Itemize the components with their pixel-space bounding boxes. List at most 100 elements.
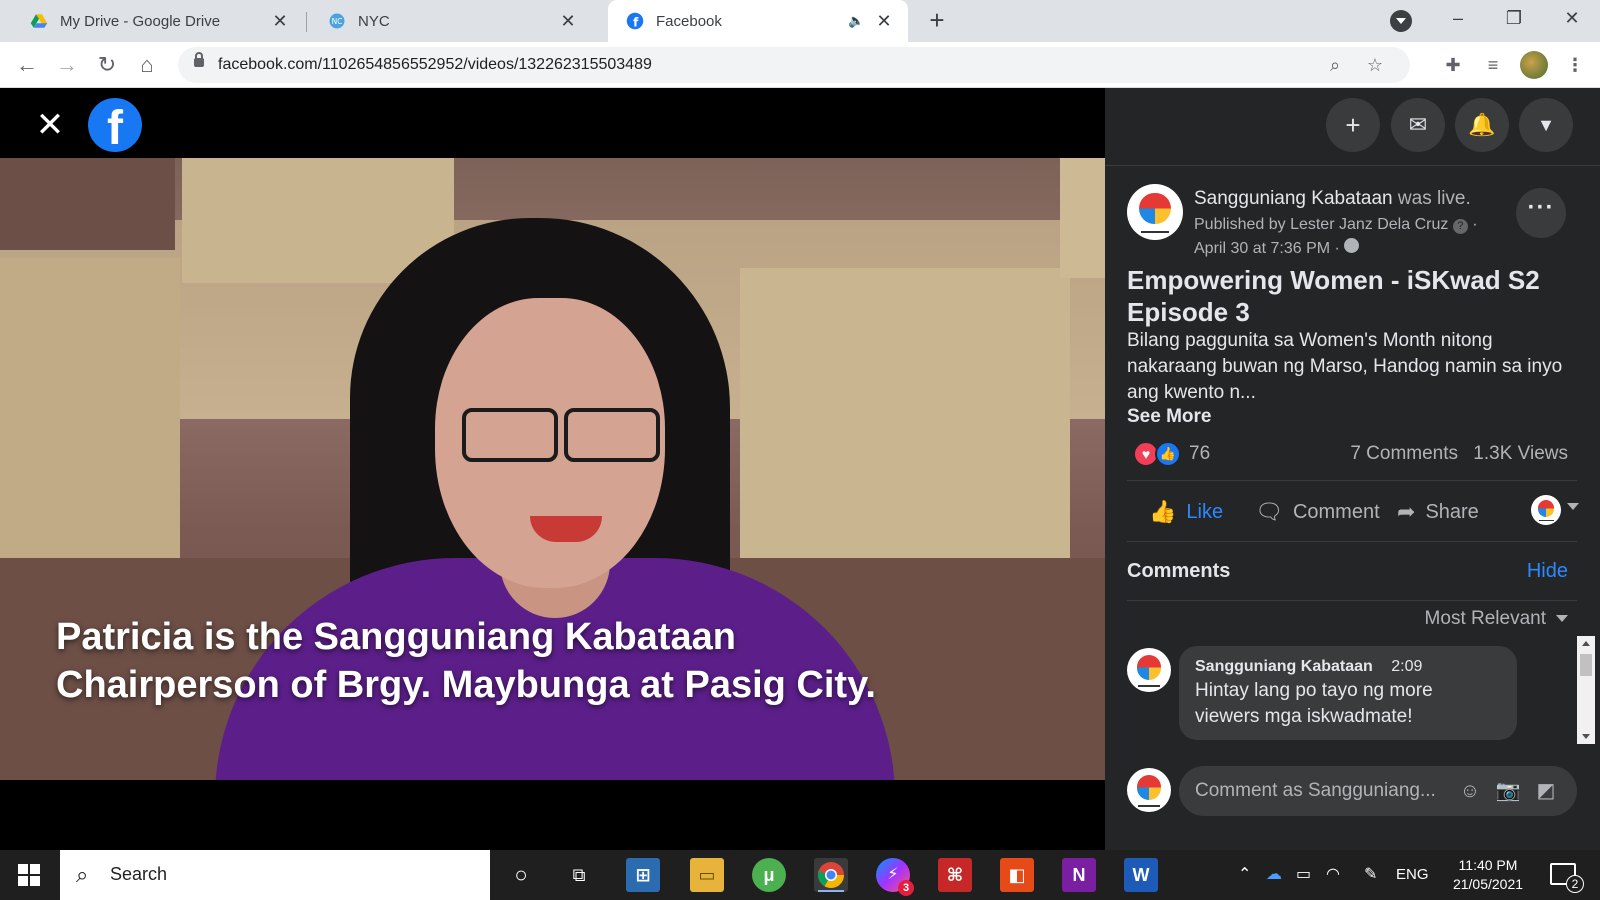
notifications-bell-icon[interactable]: 🔔 <box>1455 98 1509 152</box>
share-arrow-icon: ➦ <box>1397 499 1416 524</box>
home-button[interactable]: ⌂ <box>132 50 162 80</box>
create-plus-icon[interactable]: + <box>1326 98 1380 152</box>
glasses-shape <box>462 408 660 462</box>
lock-icon[interactable] <box>194 52 204 67</box>
views-count: 1.3K Views <box>1473 443 1568 464</box>
help-icon[interactable]: ? <box>1452 219 1468 234</box>
post-action-bar: 👍 Like 🗨 Comment ➦ Share <box>1127 480 1579 542</box>
new-tab-button[interactable]: + <box>922 6 952 36</box>
close-tab-icon[interactable]: ✕ <box>270 11 290 32</box>
messenger-icon[interactable]: ✉ <box>1391 98 1445 152</box>
thumbs-up-icon: 👍 <box>1149 499 1177 524</box>
scroll-up-arrow-icon[interactable] <box>1582 641 1590 646</box>
profile-avatar[interactable] <box>1520 51 1548 79</box>
tab-title: My Drive - Google Drive <box>60 12 221 30</box>
taskbar-clock[interactable]: 11:40 PM 21/05/2021 <box>1446 856 1530 894</box>
facebook-logo[interactable]: f <box>88 98 142 152</box>
task-view-icon[interactable]: ⧉ <box>562 858 596 892</box>
reaction-count: 76 <box>1189 443 1211 464</box>
language-indicator[interactable]: ENG <box>1396 866 1429 883</box>
scroll-down-arrow-icon[interactable] <box>1582 734 1590 739</box>
commenter-avatar[interactable] <box>1127 768 1171 812</box>
browser-tab-strip: My Drive - Google Drive ✕ NC NYC ✕ f Fac… <box>0 0 1600 42</box>
media-queue-icon[interactable]: ≡ <box>1480 52 1506 78</box>
close-video-icon[interactable]: ✕ <box>34 108 66 142</box>
scroll-thumb[interactable] <box>1580 654 1592 676</box>
close-tab-icon[interactable]: ✕ <box>558 11 578 32</box>
acting-as-avatar[interactable] <box>1531 495 1561 525</box>
see-more-link[interactable]: See More <box>1127 406 1211 428</box>
address-bar[interactable]: facebook.com/1102654856552952/videos/132… <box>178 47 1410 83</box>
comment-button[interactable]: 🗨 Comment <box>1255 499 1380 525</box>
page-name-link[interactable]: Sangguniang Kabataan <box>1194 188 1393 209</box>
windows-start-icon[interactable] <box>18 864 40 886</box>
video-player[interactable]: ✕ f Patricia is the Sangguniang Kabataan… <box>0 88 1105 850</box>
extensions-icon[interactable]: ✚ <box>1440 52 1466 78</box>
minimize-button[interactable]: – <box>1430 0 1486 36</box>
clock-date: 21/05/2021 <box>1452 876 1524 892</box>
reload-button[interactable]: ↻ <box>92 50 122 80</box>
comments-count[interactable]: 7 Comments <box>1350 443 1458 464</box>
search-icon: ⌕ <box>76 862 89 887</box>
tab-title: NYC <box>358 12 390 30</box>
onedrive-icon[interactable]: ☁ <box>1266 864 1282 884</box>
comment-author-avatar[interactable] <box>1127 648 1171 692</box>
bookmark-star-icon[interactable]: ☆ <box>1364 54 1386 76</box>
file-explorer-icon[interactable]: ▭ <box>690 858 724 892</box>
tab-search-icon[interactable] <box>1390 10 1412 32</box>
comment-timestamp[interactable]: 2:09 <box>1391 658 1422 675</box>
comments-scrollbar[interactable] <box>1577 636 1595 744</box>
back-button[interactable]: ← <box>12 50 42 80</box>
taskbar-search-box[interactable]: ⌕ Search <box>60 850 490 900</box>
word-icon[interactable]: W <box>1124 858 1158 892</box>
emoji-icon[interactable]: ☺ <box>1457 778 1483 804</box>
acrobat-icon[interactable]: ⌘ <box>938 858 972 892</box>
comment-sort-dropdown[interactable]: Most Relevant <box>1425 608 1568 630</box>
utorrent-icon[interactable]: μ <box>752 858 786 892</box>
tab-nyc[interactable]: NC NYC ✕ <box>310 0 592 42</box>
taskbar-search-placeholder[interactable]: Search <box>110 864 167 885</box>
like-reaction-icon: 👍 <box>1155 441 1181 467</box>
more-options-button[interactable]: ··· <box>1516 188 1566 238</box>
page-avatar[interactable] <box>1127 184 1183 240</box>
close-tab-icon[interactable]: ✕ <box>874 11 894 32</box>
comment-input[interactable]: Comment as Sangguniang... ☺ 📷 ◩ <box>1179 766 1577 816</box>
wifi-icon[interactable]: ◠ <box>1326 864 1340 884</box>
published-by: Published by Lester Janz Dela Cruz ? · <box>1194 216 1478 234</box>
acting-as-chevron-icon[interactable] <box>1567 503 1579 510</box>
office-icon[interactable]: ◧ <box>1000 858 1034 892</box>
close-window-button[interactable]: ✕ <box>1544 0 1600 36</box>
camera-icon[interactable]: 📷 <box>1495 778 1521 804</box>
chrome-icon[interactable] <box>814 858 848 892</box>
battery-icon[interactable]: ▭ <box>1296 864 1311 884</box>
pen-icon[interactable]: ✎ <box>1364 864 1377 884</box>
comment-input-placeholder[interactable]: Comment as Sangguniang... <box>1195 780 1436 802</box>
comment-bubble: Sangguniang Kabataan 2:09 Hintay lang po… <box>1179 646 1517 740</box>
url-text[interactable]: facebook.com/1102654856552952/videos/132… <box>218 56 652 74</box>
show-hidden-icons-chevron-icon[interactable]: ⌃ <box>1238 864 1251 884</box>
microsoft-store-icon[interactable]: ⊞ <box>626 858 660 892</box>
comment-author[interactable]: Sangguniang Kabataan <box>1195 658 1373 675</box>
restore-button[interactable]: ❐ <box>1486 0 1542 36</box>
fb-top-bar: + ✉ 🔔 ▼ <box>1105 88 1600 166</box>
comment-text: Hintay lang po tayo ng more viewers mga … <box>1195 680 1433 727</box>
post-stats: 7 Comments 1.3K Views <box>1350 443 1568 465</box>
zoom-icon[interactable]: ⌕ <box>1324 54 1346 76</box>
tab-google-drive[interactable]: My Drive - Google Drive ✕ <box>12 0 304 42</box>
share-button[interactable]: ➦ Share <box>1397 499 1479 525</box>
video-frame[interactable]: Patricia is the Sangguniang Kabataan Cha… <box>0 158 1105 780</box>
sticker-icon[interactable]: ◩ <box>1533 778 1559 804</box>
account-menu-chevron-icon[interactable]: ▼ <box>1519 98 1573 152</box>
forward-button[interactable]: → <box>52 50 82 80</box>
tab-facebook[interactable]: f Facebook 🔈 ✕ <box>608 0 908 42</box>
video-title: Empowering Women - iSKwad S2 Episode 3 <box>1127 265 1540 327</box>
cortana-icon[interactable]: ○ <box>504 858 538 892</box>
like-button[interactable]: 👍 Like <box>1149 499 1223 525</box>
messenger-app-icon[interactable]: ⚡ 3 <box>876 858 914 896</box>
action-center-icon[interactable]: 2 <box>1550 863 1584 893</box>
nyc-icon: NC <box>329 13 345 29</box>
browser-menu-icon[interactable]: ⋮ <box>1562 52 1588 78</box>
onenote-icon[interactable]: N <box>1062 858 1096 892</box>
hide-comments-link[interactable]: Hide <box>1527 560 1568 583</box>
speaker-icon[interactable]: 🔈 <box>848 13 868 29</box>
